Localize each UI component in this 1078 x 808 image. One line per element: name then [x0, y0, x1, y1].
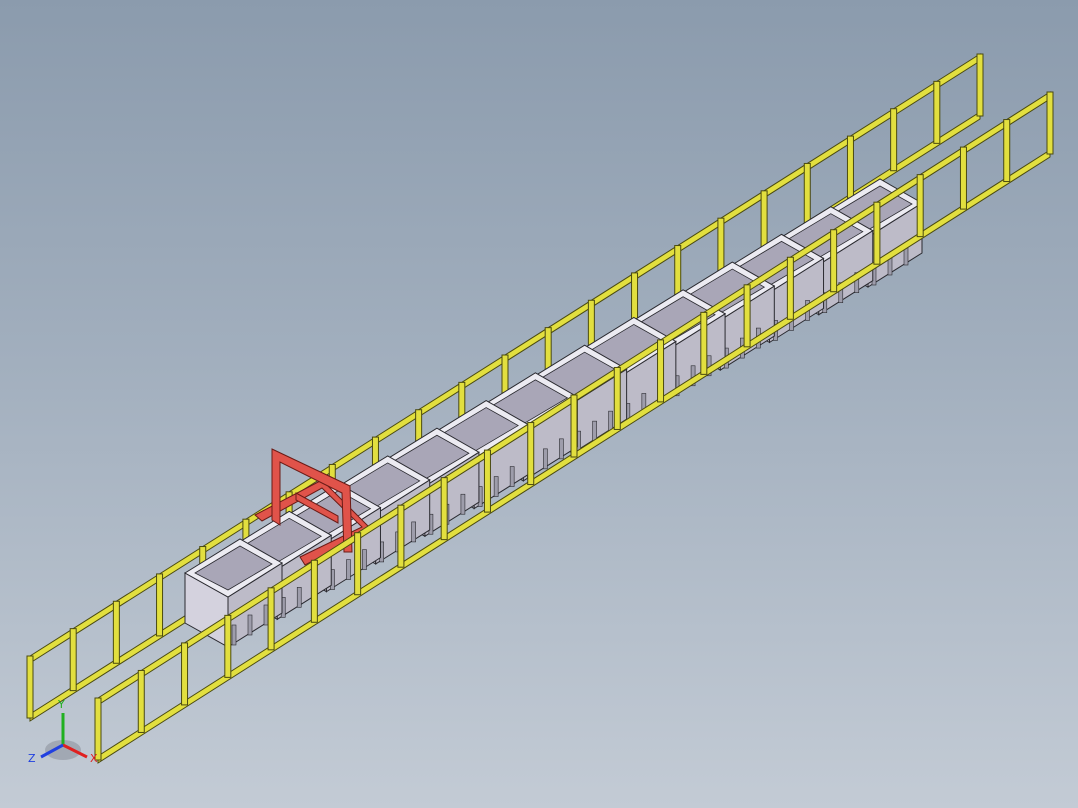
ladder-rung [483, 449, 491, 513]
ladder-rung [700, 311, 708, 375]
ladder-rung [933, 80, 941, 144]
ladder-rung [26, 655, 34, 719]
ladder-rung [1046, 91, 1054, 155]
ladder-rung [803, 162, 811, 226]
y-axis-label: Y [57, 698, 65, 711]
ladder-rung [846, 135, 854, 199]
tank-leg [346, 559, 351, 580]
tank-leg [460, 493, 466, 515]
ladder-rung [310, 559, 318, 623]
ladder-rung [527, 422, 535, 486]
ladder-rung [830, 229, 838, 293]
ladder-rung [613, 366, 621, 430]
ladder-rung [1003, 119, 1011, 183]
ladder-rung [743, 284, 751, 348]
tank-leg [296, 587, 302, 608]
ladder-rung [873, 201, 881, 265]
ladder-rung [570, 394, 578, 458]
ladder-rung [267, 587, 275, 651]
ladder-rung [94, 697, 102, 761]
tank-leg [231, 624, 237, 646]
ladder-rung [69, 628, 77, 692]
ladder-rung [976, 53, 984, 117]
ladder-rung [224, 614, 232, 678]
ladder-rung [181, 642, 189, 706]
tank-leg [362, 549, 367, 570]
tank-leg [543, 448, 548, 470]
tank-leg [493, 476, 499, 497]
tank-leg [608, 410, 613, 432]
tank-leg [509, 466, 515, 487]
ladder-rung [137, 669, 145, 733]
ladder-rung [786, 256, 794, 320]
tank-leg [592, 420, 597, 442]
ladder-rung [657, 339, 665, 403]
tank-leg [411, 521, 416, 543]
ladder-rung [890, 108, 898, 172]
back-ladder-rail[interactable] [26, 53, 984, 722]
front-ladder-rail[interactable] [94, 91, 1054, 764]
x-axis-label: X [90, 752, 98, 765]
ladder-rung [440, 477, 448, 541]
ladder-rung [156, 573, 164, 637]
z-axis-label: Z [28, 752, 36, 765]
ladder-rung [397, 504, 405, 568]
tank-leg [559, 438, 564, 460]
tank-leg [247, 614, 253, 636]
ladder-rung [354, 532, 362, 596]
graphics-viewport[interactable]: Y X Z [0, 0, 1078, 808]
cad-model-scene[interactable]: Y X Z [0, 0, 1078, 808]
ladder-rung [112, 600, 120, 664]
tank-leg [263, 604, 269, 626]
ladder-rung [959, 146, 967, 210]
ladder-rung [916, 174, 924, 238]
